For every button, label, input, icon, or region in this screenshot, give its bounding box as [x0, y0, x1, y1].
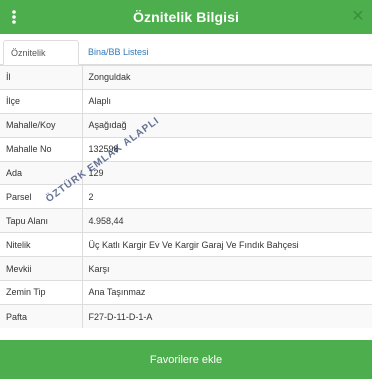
attribute-key: Ada: [0, 160, 83, 185]
attribute-value: F27-D-11-D-1-A: [82, 303, 372, 329]
attribute-value: Ana Taşınmaz: [82, 280, 372, 305]
table-row: Parsel 2: [0, 184, 372, 209]
attribute-key: Mahalle No: [0, 136, 83, 162]
attribute-key: Mevkii: [0, 256, 83, 281]
attribute-value: Alaplı: [82, 88, 372, 114]
attribute-table: İl Zonguldak İlçe Alaplı Mahalle/Koy Aşa…: [0, 65, 372, 329]
table-row: Zemin Tip Ana Taşınmaz: [0, 280, 372, 305]
add-to-favorites-button[interactable]: Favorilere ekle: [0, 340, 372, 379]
table-row: Pafta F27-D-11-D-1-A: [0, 303, 372, 329]
attribute-value: Aşağıdağ: [82, 112, 372, 138]
attribute-value: Üç Katlı Kargir Ev Ve Kargir Garaj Ve Fı…: [82, 232, 372, 257]
attribute-key: Tapu Alanı: [0, 208, 83, 233]
table-row: Mahalle/Koy Aşağıdağ: [0, 112, 372, 138]
tab-bar: Öznitelik Bilgisi Bina/BB Listesi: [0, 34, 372, 82]
attribute-value: Karşı: [82, 256, 372, 281]
header: Öznitelik Bilgisi ✕: [0, 0, 372, 34]
table-row: İlçe Alaplı: [0, 88, 372, 114]
vertical-ellipsis-icon[interactable]: [7, 9, 21, 25]
attribute-value: Zonguldak: [82, 65, 372, 90]
attribute-key: Nitelik: [0, 232, 83, 257]
attribute-table-container: İl Zonguldak İlçe Alaplı Mahalle/Koy Aşa…: [0, 65, 372, 340]
table-row: Mevkii Karşı: [0, 256, 372, 281]
attribute-key: İl: [0, 65, 83, 90]
attribute-value: 4.958,44: [82, 208, 372, 233]
tab-attribute-info[interactable]: Öznitelik Bilgisi: [3, 40, 79, 82]
table-row: Mahalle No 132598: [0, 136, 372, 162]
table-row: Nitelik Üç Katlı Kargir Ev Ve Kargir Gar…: [0, 232, 372, 257]
attribute-key: Parsel: [0, 184, 83, 209]
close-icon[interactable]: ✕: [351, 8, 365, 26]
attribute-panel: Öznitelik Bilgisi ✕ Öznitelik Bilgisi Bi…: [0, 0, 372, 379]
panel-title: Öznitelik Bilgisi: [133, 9, 239, 25]
tab-building-list[interactable]: Bina/BB Listesi: [81, 40, 156, 65]
table-row: İl Zonguldak: [0, 65, 372, 90]
table-row: Tapu Alanı 4.958,44: [0, 208, 372, 233]
attribute-key: Mahalle/Koy: [0, 112, 83, 138]
attribute-value: 129: [82, 160, 372, 185]
table-row: Ada 129: [0, 160, 372, 185]
attribute-value: 132598: [82, 136, 372, 162]
attribute-key: Pafta: [0, 303, 83, 329]
attribute-key: İlçe: [0, 88, 83, 114]
attribute-value: 2: [82, 184, 372, 209]
attribute-key: Zemin Tip: [0, 280, 83, 305]
